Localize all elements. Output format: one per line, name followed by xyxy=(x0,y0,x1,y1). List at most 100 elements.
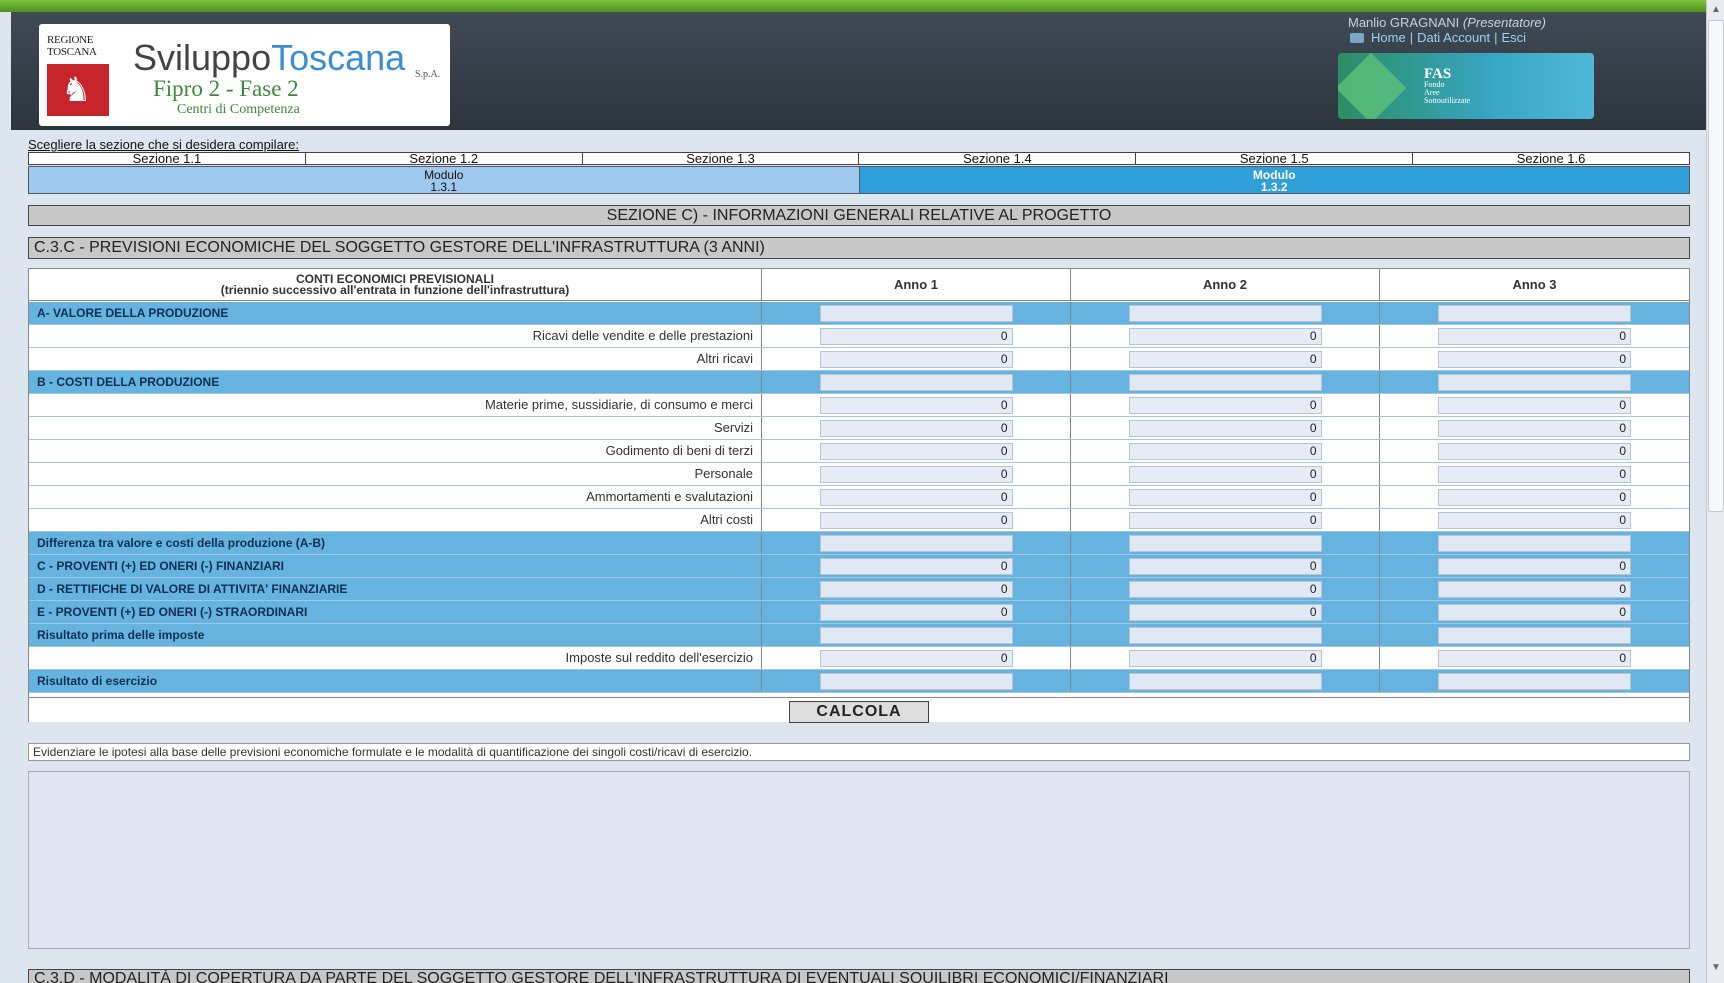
next-section-title: C.3.D - MODALITÀ DI COPERTURA DA PARTE D… xyxy=(28,969,1690,983)
calcola-button[interactable]: CALCOLA xyxy=(789,701,929,723)
year-2-input[interactable]: 0 xyxy=(1128,649,1322,667)
tab-modulo-1-3-2[interactable]: Modulo 1.3.2 xyxy=(858,167,1689,194)
year-2-input[interactable] xyxy=(1128,534,1322,552)
year-3-input[interactable]: 0 xyxy=(1438,580,1631,598)
year-1-input[interactable]: 0 xyxy=(819,396,1013,414)
year-2-input[interactable]: 0 xyxy=(1128,557,1322,575)
year-1-input[interactable] xyxy=(819,304,1013,322)
year-1-input[interactable]: 0 xyxy=(819,350,1013,368)
year-1-input[interactable]: 0 xyxy=(819,488,1013,506)
year-cell xyxy=(1071,532,1380,554)
table-body: A- VALORE DELLA PRODUZIONE Ricavi delle v… xyxy=(29,302,1689,693)
year-1-input[interactable] xyxy=(819,672,1013,690)
table-row: A- VALORE DELLA PRODUZIONE xyxy=(29,302,1689,325)
year-1-input[interactable]: 0 xyxy=(819,511,1013,529)
row-label: B - COSTI DELLA PRODUZIONE xyxy=(29,371,762,393)
tab-sezione-1-4[interactable]: Sezione 1.4 xyxy=(859,152,1137,165)
year-1-input[interactable]: 0 xyxy=(819,649,1013,667)
scroll-up-arrow-icon[interactable]: ▲ xyxy=(1708,2,1724,18)
tab-sezione-1-1[interactable]: Sezione 1.1 xyxy=(29,152,306,165)
year-3-input[interactable]: 0 xyxy=(1438,350,1631,368)
table-row: B - COSTI DELLA PRODUZIONE xyxy=(29,371,1689,394)
year-3-input[interactable]: 0 xyxy=(1438,511,1631,529)
link-separator: | xyxy=(1494,30,1498,45)
table-row: Differenza tra valore e costi della prod… xyxy=(29,532,1689,555)
year-2-input[interactable] xyxy=(1128,373,1322,391)
year-cell: 0 xyxy=(762,325,1071,347)
hypothesis-textarea[interactable] xyxy=(28,771,1690,949)
year-cell xyxy=(1380,670,1689,692)
year-2-input[interactable]: 0 xyxy=(1128,603,1322,621)
tab-sezione-1-2[interactable]: Sezione 1.2 xyxy=(306,152,583,165)
link-separator: | xyxy=(1409,30,1414,45)
year-cell xyxy=(1071,670,1380,692)
year-1-input[interactable]: 0 xyxy=(819,557,1013,575)
year-2-input[interactable]: 0 xyxy=(1128,419,1322,437)
year-cell: 0 xyxy=(1380,463,1689,485)
brand-part2: Toscana xyxy=(271,37,406,78)
scroll-thumb[interactable] xyxy=(1708,20,1724,512)
year-3-input[interactable]: 0 xyxy=(1438,327,1631,345)
table-row: C - PROVENTI (+) ED ONERI (-) FINANZIARI… xyxy=(29,555,1689,578)
year-cell: 0 xyxy=(1380,647,1689,669)
year-1-input[interactable]: 0 xyxy=(819,419,1013,437)
year-3-input[interactable] xyxy=(1438,672,1631,690)
row-label: Personale xyxy=(29,463,762,485)
year-2-input[interactable]: 0 xyxy=(1128,396,1322,414)
scroll-down-arrow-icon[interactable]: ▼ xyxy=(1708,960,1724,976)
year-3-input[interactable] xyxy=(1438,626,1631,644)
tab-sezione-1-3[interactable]: Sezione 1.3 xyxy=(583,152,860,165)
tab-modulo-1-3-1[interactable]: Modulo 1.3.1 xyxy=(29,167,859,193)
year-2-input[interactable]: 0 xyxy=(1128,465,1322,483)
year-3-input[interactable]: 0 xyxy=(1438,649,1631,667)
tab-sezione-1-6[interactable]: Sezione 1.6 xyxy=(1413,152,1689,165)
year-1-input[interactable]: 0 xyxy=(819,465,1013,483)
year-2-input[interactable] xyxy=(1128,626,1322,644)
year-2-input[interactable] xyxy=(1128,304,1322,322)
year-2-input[interactable]: 0 xyxy=(1128,442,1322,460)
year-1-input[interactable]: 0 xyxy=(819,603,1013,621)
year-3-input[interactable]: 0 xyxy=(1438,557,1631,575)
year-3-input[interactable]: 0 xyxy=(1438,419,1631,437)
year-1-input[interactable]: 0 xyxy=(819,327,1013,345)
year-1-input[interactable] xyxy=(819,534,1013,552)
year-1-input[interactable] xyxy=(819,626,1013,644)
year-1-input[interactable]: 0 xyxy=(819,442,1013,460)
year-2-input[interactable]: 0 xyxy=(1128,511,1322,529)
year-cell: 0 xyxy=(762,417,1071,439)
year-cell: 0 xyxy=(1071,348,1380,370)
year-3-input[interactable] xyxy=(1438,304,1631,322)
year-cell: 0 xyxy=(1071,417,1380,439)
brand-name: SviluppoToscana xyxy=(133,38,405,78)
year-3-input[interactable] xyxy=(1438,373,1631,391)
year-2-input[interactable] xyxy=(1128,672,1322,690)
year-3-input[interactable]: 0 xyxy=(1438,488,1631,506)
account-link[interactable]: Dati Account xyxy=(1417,30,1490,45)
logout-link[interactable]: Esci xyxy=(1501,30,1526,45)
year-3-input[interactable]: 0 xyxy=(1438,603,1631,621)
year-3-input[interactable]: 0 xyxy=(1438,442,1631,460)
row-label: D - RETTIFICHE DI VALORE DI ATTIVITA' FI… xyxy=(29,578,762,600)
year-cell: 0 xyxy=(1071,509,1380,531)
year-3-input[interactable] xyxy=(1438,534,1631,552)
home-link[interactable]: Home xyxy=(1371,30,1406,45)
sviluppo-toscana-logo[interactable]: REGIONE TOSCANA SviluppoToscana S.p.A. F… xyxy=(39,24,450,126)
user-name: Manlio GRAGNANI xyxy=(1348,15,1460,30)
module-number: 1.3.2 xyxy=(1260,180,1288,194)
user-identity: Manlio GRAGNANI (Presentatore) xyxy=(1348,15,1688,30)
fas-logo-text: FAS Fondo Aree Sottoutilizzate xyxy=(1424,67,1470,105)
tab-sezione-1-5[interactable]: Sezione 1.5 xyxy=(1136,152,1414,165)
year-2-input[interactable]: 0 xyxy=(1128,580,1322,598)
year-3-input[interactable]: 0 xyxy=(1438,396,1631,414)
year-3-input[interactable]: 0 xyxy=(1438,465,1631,483)
row-label: Ricavi delle vendite e delle prestazioni xyxy=(29,325,762,347)
year-1-input[interactable]: 0 xyxy=(819,580,1013,598)
year-2-input[interactable]: 0 xyxy=(1128,327,1322,345)
user-area: Manlio GRAGNANI (Presentatore) Home | Da… xyxy=(1348,15,1688,45)
vertical-scrollbar[interactable]: ▲ ▼ xyxy=(1706,0,1724,983)
year-2-input[interactable]: 0 xyxy=(1128,488,1322,506)
row-label: A- VALORE DELLA PRODUZIONE xyxy=(29,302,762,324)
year-2-input[interactable]: 0 xyxy=(1128,350,1322,368)
year-1-input[interactable] xyxy=(819,373,1013,391)
region-line1: REGIONE xyxy=(47,34,94,46)
